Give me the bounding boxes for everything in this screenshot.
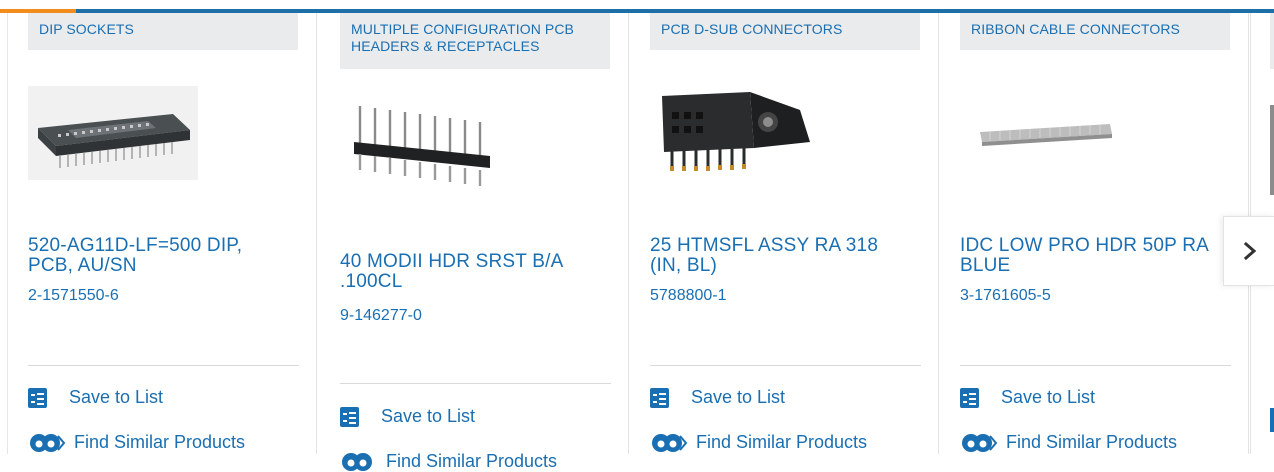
product-card: DIP SOCKETS 520-AG11D-LF=500 DIP, PCB, A… [7, 13, 317, 454]
find-similar-label: Find Similar Products [1006, 431, 1178, 452]
peek-image [1270, 105, 1274, 195]
product-card: MULTIPLE CONFIGURATION PCB HEADERS & REC… [319, 13, 629, 471]
product-title-line: 40 MODII HDR SRST B/A [340, 252, 564, 272]
find-similar-label: Find Similar Products [696, 431, 868, 452]
part-number-link[interactable]: 3-1761605-5 [960, 287, 1051, 305]
save-to-list-button[interactable]: Save to List [340, 406, 475, 427]
part-number-link[interactable]: 5788800-1 [650, 287, 727, 305]
product-title-line: PCB, AU/SN [28, 255, 137, 276]
carousel-next-button[interactable] [1223, 216, 1274, 286]
binoculars-icon [652, 434, 688, 452]
card-separator [28, 365, 299, 366]
checklist-icon [960, 387, 979, 408]
product-card: RIBBON CABLE CONNECTORS IDC LOW PRO HDR … [939, 13, 1249, 454]
save-to-list-label: Save to List [1001, 387, 1096, 407]
part-number-link[interactable]: 2-1571550-6 [28, 287, 119, 305]
find-similar-button[interactable]: Find Similar Products [28, 431, 245, 453]
ribbon-connector-image[interactable] [960, 86, 1130, 180]
product-title-line: IDC LOW PRO HDR 50P RA [960, 236, 1209, 256]
binoculars-icon [342, 453, 372, 471]
checklist-icon [650, 387, 669, 408]
card-separator [650, 365, 921, 366]
card-separator [340, 383, 611, 384]
find-similar-button[interactable]: Find Similar Products [650, 431, 867, 453]
product-title-link[interactable]: 25 HTMSFL ASSY RA 318 (IN, BL) [650, 236, 922, 276]
save-to-list-button[interactable]: Save to List [28, 387, 163, 408]
save-to-list-label: Save to List [691, 387, 786, 407]
find-similar-button[interactable]: Find Similar Products [960, 431, 1177, 453]
checklist-icon [340, 406, 359, 427]
product-title-line: 25 HTMSFL ASSY RA 318 [650, 236, 879, 256]
save-to-list-label: Save to List [69, 387, 164, 407]
category-tag[interactable]: PCB D-SUB CONNECTORS [650, 13, 920, 50]
product-title-link[interactable]: 40 MODII HDR SRST B/A .100CL [340, 252, 612, 292]
category-tag[interactable]: MULTIPLE CONFIGURATION PCB HEADERS & REC… [340, 13, 610, 69]
peek-icon [1270, 408, 1274, 432]
product-title-line: (IN, BL) [650, 255, 718, 276]
binoculars-icon [30, 434, 66, 452]
save-to-list-button[interactable]: Save to List [960, 387, 1095, 408]
save-to-list-button[interactable]: Save to List [650, 387, 785, 408]
product-title-line: .100CL [340, 271, 403, 292]
product-title-link[interactable]: IDC LOW PRO HDR 50P RA BLUE [960, 236, 1230, 276]
product-title-line: 520-AG11D-LF=500 DIP, [28, 236, 243, 256]
product-title-link[interactable]: 520-AG11D-LF=500 DIP, PCB, AU/SN [28, 236, 300, 276]
find-similar-label: Find Similar Products [74, 431, 246, 452]
save-to-list-label: Save to List [381, 406, 476, 426]
product-card: PCB D-SUB CONNECTORS 25 HTMSFL ASSY RA 3… [629, 13, 939, 454]
product-title-line: BLUE [960, 255, 1011, 276]
category-tag[interactable]: RIBBON CABLE CONNECTORS [960, 13, 1230, 50]
pin-header-image[interactable] [340, 98, 510, 192]
find-similar-button[interactable]: Find Similar Products [340, 450, 557, 472]
checklist-icon [28, 387, 47, 408]
binoculars-icon [962, 434, 998, 452]
category-tag[interactable]: DIP SOCKETS [28, 13, 298, 50]
peek-category-tag [1270, 13, 1274, 69]
card-divider [316, 13, 317, 454]
dip-socket-image[interactable] [28, 86, 198, 180]
card-separator [960, 365, 1231, 366]
chevron-right-icon [1243, 242, 1256, 260]
dsub-connector-image[interactable] [650, 86, 820, 180]
part-number-link[interactable]: 9-146277-0 [340, 307, 422, 325]
